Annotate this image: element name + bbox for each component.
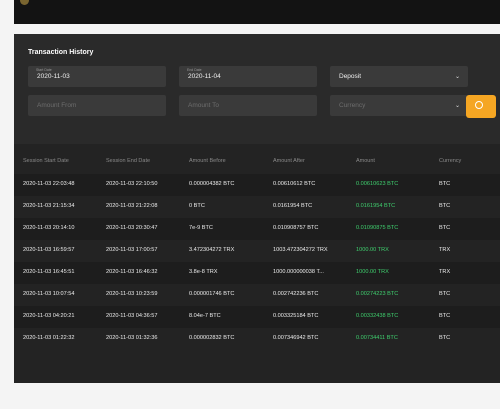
- cell-amount: 0.00332438 BTC: [356, 313, 399, 319]
- cell-amount: 0.00734411 BTC: [356, 335, 398, 341]
- cell-amount: 0.00610623 BTC: [356, 181, 399, 187]
- cell-after: 0.010908757 BTC: [273, 225, 319, 231]
- amount-from-input[interactable]: Amount From: [28, 95, 166, 116]
- cell-end: 2020-11-03 01:32:36: [106, 335, 158, 341]
- chevron-down-icon: ⌄: [454, 74, 460, 80]
- cell-currency: TRX: [439, 247, 451, 253]
- cell-before: 7e-9 BTC: [189, 225, 213, 231]
- cell-after: 0.003325184 BTC: [273, 313, 319, 319]
- cell-currency: BTC: [439, 225, 451, 231]
- cell-end: 2020-11-03 20:30:47: [106, 225, 158, 231]
- cell-before: 8.04e-7 BTC: [189, 313, 221, 319]
- cell-start: 2020-11-03 16:45:51: [23, 269, 75, 275]
- cell-before: 3.472304272 TRX: [189, 247, 235, 253]
- end-date-field[interactable]: End Date 2020-11-04: [179, 66, 317, 87]
- search-button[interactable]: [466, 95, 496, 118]
- header-amount-before: Amount Before: [189, 158, 226, 164]
- cell-start: 2020-11-03 16:59:57: [23, 247, 75, 253]
- cell-before: 0.000002832 BTC: [189, 335, 235, 341]
- cell-start: 2020-11-03 01:22:32: [23, 335, 75, 341]
- cell-before: 0 BTC: [189, 203, 205, 209]
- table-row[interactable]: 2020-11-03 04:20:21 2020-11-03 04:36:57 …: [14, 306, 500, 328]
- cell-amount: 0.0161954 BTC: [356, 203, 396, 209]
- table-row[interactable]: 2020-11-03 16:59:57 2020-11-03 17:00:57 …: [14, 240, 500, 262]
- table-row[interactable]: 2020-11-03 21:15:34 2020-11-03 21:22:08 …: [14, 196, 500, 218]
- table-row[interactable]: 2020-11-03 22:03:48 2020-11-03 22:10:50 …: [14, 174, 500, 196]
- cell-end: 2020-11-03 17:00:57: [106, 247, 158, 253]
- table-row[interactable]: 2020-11-03 20:14:10 2020-11-03 20:30:47 …: [14, 218, 500, 240]
- cell-start: 2020-11-03 10:07:54: [23, 291, 75, 297]
- table-row[interactable]: 2020-11-03 16:45:51 2020-11-03 16:46:32 …: [14, 262, 500, 284]
- chevron-down-icon: ⌄: [454, 103, 460, 109]
- start-date-value: 2020-11-03: [37, 73, 70, 80]
- cell-amount: 1000.00 TRX: [356, 269, 389, 275]
- end-date-label: End Date: [187, 68, 202, 72]
- cell-currency: BTC: [439, 335, 451, 341]
- header-currency: Currency: [439, 158, 462, 164]
- cell-start: 2020-11-03 22:03:48: [23, 181, 75, 187]
- cell-currency: BTC: [439, 313, 451, 319]
- header-session-start: Session Start Date: [23, 158, 69, 164]
- table-header: Session Start Date Session End Date Amou…: [14, 154, 500, 169]
- table-row[interactable]: 2020-11-03 10:07:54 2020-11-03 10:23:59 …: [14, 284, 500, 306]
- amount-to-placeholder: Amount To: [188, 102, 219, 109]
- cell-currency: BTC: [439, 291, 451, 297]
- end-date-value: 2020-11-04: [188, 73, 221, 80]
- cell-after: 0.007346942 BTC: [273, 335, 319, 341]
- cell-after: 0.002742236 BTC: [273, 291, 319, 297]
- cell-before: 0.000001746 BTC: [189, 291, 235, 297]
- header-session-end: Session End Date: [106, 158, 151, 164]
- cell-end: 2020-11-03 04:36:57: [106, 313, 158, 319]
- cell-end: 2020-11-03 16:46:32: [106, 269, 158, 275]
- top-bar: [14, 0, 500, 24]
- currency-select[interactable]: Currency ⌄: [330, 95, 468, 116]
- currency-placeholder: Currency: [339, 102, 366, 109]
- search-icon: [475, 101, 483, 109]
- amount-to-input[interactable]: Amount To: [179, 95, 317, 116]
- logo[interactable]: [20, 0, 29, 5]
- cell-after: 1003.472304272 TRX: [273, 247, 328, 253]
- cell-amount: 0.01090875 BTC: [356, 225, 399, 231]
- cell-amount: 1000.00 TRX: [356, 247, 389, 253]
- cell-start: 2020-11-03 21:15:34: [23, 203, 75, 209]
- cell-start: 2020-11-03 20:14:10: [23, 225, 75, 231]
- filter-card: Transaction History Start Date 2020-11-0…: [14, 34, 500, 144]
- page-title: Transaction History: [28, 49, 94, 56]
- cell-before: 3.8e-8 TRX: [189, 269, 218, 275]
- cell-start: 2020-11-03 04:20:21: [23, 313, 75, 319]
- cell-end: 2020-11-03 22:10:50: [106, 181, 158, 187]
- amount-from-placeholder: Amount From: [37, 102, 77, 109]
- cell-after: 0.00610612 BTC: [273, 181, 316, 187]
- header-amount-after: Amount After: [273, 158, 305, 164]
- cell-end: 2020-11-03 21:22:08: [106, 203, 158, 209]
- transaction-type-select[interactable]: Deposit ⌄: [330, 66, 468, 87]
- cell-currency: BTC: [439, 181, 451, 187]
- transaction-type-value: Deposit: [339, 73, 362, 80]
- start-date-label: Start Date: [36, 68, 52, 72]
- cell-currency: TRX: [439, 269, 451, 275]
- transaction-history-panel: Transaction History Start Date 2020-11-0…: [14, 34, 500, 383]
- cell-after: 0.0161954 BTC: [273, 203, 313, 209]
- start-date-field[interactable]: Start Date 2020-11-03: [28, 66, 166, 87]
- cell-amount: 0.00274223 BTC: [356, 291, 399, 297]
- header-amount: Amount: [356, 158, 375, 164]
- table-row[interactable]: 2020-11-03 01:22:32 2020-11-03 01:32:36 …: [14, 328, 500, 350]
- cell-before: 0.000004382 BTC: [189, 181, 235, 187]
- cell-currency: BTC: [439, 203, 451, 209]
- table-body: 2020-11-03 22:03:48 2020-11-03 22:10:50 …: [14, 174, 500, 350]
- cell-end: 2020-11-03 10:23:59: [106, 291, 158, 297]
- cell-after: 1000.000000038 T...: [273, 269, 324, 275]
